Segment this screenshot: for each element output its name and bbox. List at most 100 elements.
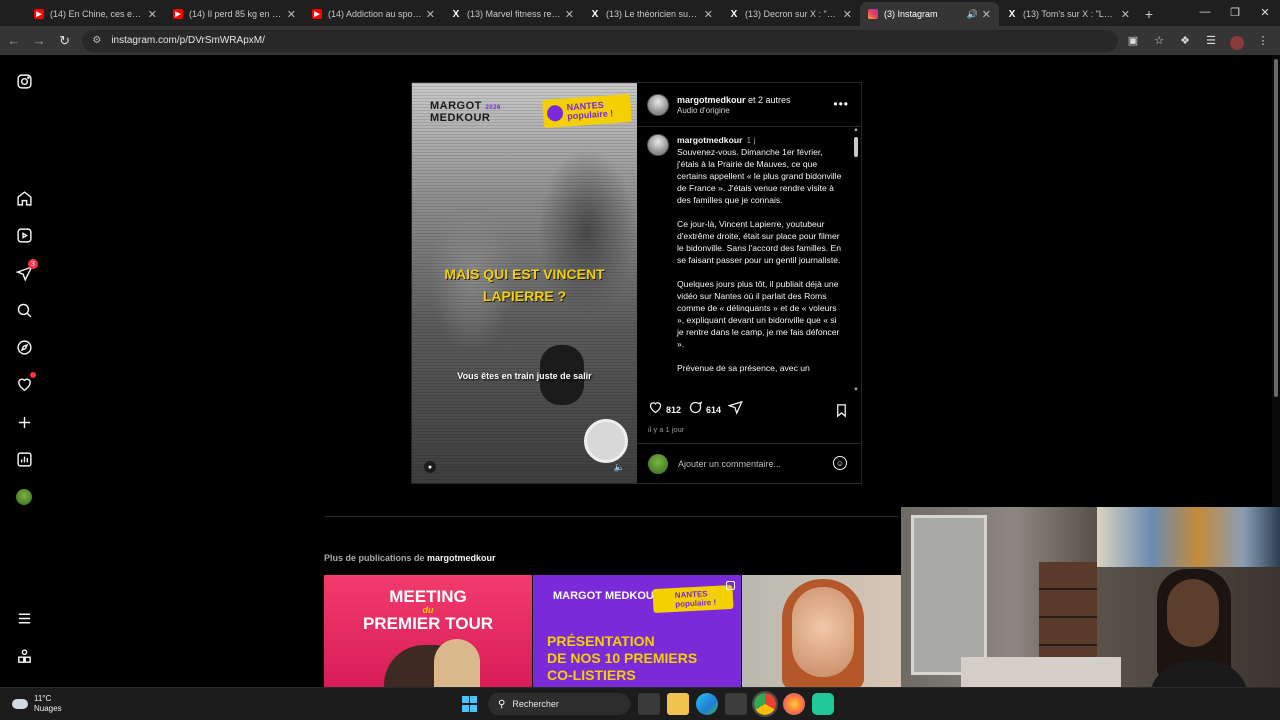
new-tab-button[interactable]: + <box>1138 2 1160 26</box>
explore-icon[interactable] <box>14 337 34 357</box>
close-window-icon[interactable]: ✕ <box>1250 0 1280 24</box>
post-header: margotmedkour et 2 autres Audio d'origin… <box>637 83 861 127</box>
caption-row: margotmedkour 1 j Souvenez-vous. Dimanche… <box>647 134 845 386</box>
post-card: MARGOT 2026 MEDKOUR NANTES populaire ! MA… <box>411 82 862 484</box>
profile-avatar[interactable] <box>1226 30 1248 52</box>
minimize-icon[interactable]: — <box>1190 0 1220 24</box>
caption-area: margotmedkour 1 j Souvenez-vous. Dimanche… <box>637 128 861 390</box>
post-video[interactable]: MARGOT 2026 MEDKOUR NANTES populaire ! MA… <box>412 83 637 483</box>
install-app-icon[interactable]: ▣ <box>1122 30 1144 52</box>
profile-avatar-nav[interactable] <box>14 487 34 507</box>
tab-audio-icon[interactable]: 🔊 <box>967 9 978 20</box>
more-post-tile[interactable] <box>742 575 904 687</box>
share-send-icon[interactable] <box>727 400 743 420</box>
notifications-icon[interactable] <box>14 372 36 394</box>
close-tab-icon[interactable]: ✕ <box>1121 8 1130 21</box>
weather-condition: Nuages <box>34 704 62 713</box>
like-heart-icon[interactable] <box>648 400 663 420</box>
save-bookmark-icon[interactable] <box>834 403 849 423</box>
tab-title: (13) Tom's sur X : "Les pa <box>1023 9 1117 19</box>
tile1-person-shape <box>434 639 480 687</box>
close-tab-icon[interactable]: ✕ <box>148 8 157 21</box>
browser-tab[interactable]: X (13) Marvel fitness re (@M ✕ <box>443 2 582 26</box>
scroll-down-arrow-icon[interactable]: ▼ <box>853 387 859 393</box>
reading-list-icon[interactable]: ☰ <box>1200 30 1222 52</box>
scroll-up-arrow-icon[interactable]: ▲ <box>853 127 859 133</box>
restore-icon[interactable]: ❐ <box>1220 0 1250 24</box>
comment-bubble-icon[interactable] <box>688 400 703 420</box>
campaign-logo: MARGOT 2026 MEDKOUR <box>430 101 501 124</box>
more-posts-username[interactable]: margotmedkour <box>427 553 496 563</box>
extensions-icon[interactable]: ❖ <box>1174 30 1196 52</box>
chrome-icon[interactable] <box>751 691 778 717</box>
browser-tab[interactable]: X (13) Tom's sur X : "Les pa ✕ <box>999 2 1138 26</box>
edge-icon[interactable] <box>695 693 718 715</box>
carousel-icon <box>726 581 735 590</box>
add-comment-input[interactable]: Ajouter un commentaire... <box>678 459 781 469</box>
task-view-icon[interactable] <box>637 693 660 715</box>
back-arrow-icon[interactable]: ← <box>2 29 25 53</box>
store-icon[interactable] <box>724 693 747 715</box>
menu-icon[interactable] <box>14 608 34 628</box>
address-bar[interactable]: ⚙ instagram.com/p/DVrSmWRApxM/ <box>82 29 1118 52</box>
browser-tab[interactable]: X (13) Decron sur X : "@_to ✕ <box>721 2 860 26</box>
tile2-line1: PRÉSENTATION <box>547 633 655 649</box>
url-text: instagram.com/p/DVrSmWRApxM/ <box>111 35 265 46</box>
app-icon[interactable] <box>811 693 834 715</box>
close-tab-icon[interactable]: ✕ <box>426 8 435 21</box>
tile3-face-shape <box>792 587 854 677</box>
youtube-icon: ▶ <box>312 9 322 19</box>
browser-tab[interactable]: (3) Instagram 🔊 ✕ <box>860 2 999 26</box>
caption-paragraph: Prévenue de sa présence, avec un <box>677 363 810 373</box>
firefox-icon[interactable] <box>782 693 805 715</box>
forward-arrow-icon[interactable]: → <box>27 29 50 53</box>
emoji-icon[interactable]: ☺ <box>833 456 847 470</box>
tile2-line2: DE NOS 10 PREMIERS <box>547 650 698 666</box>
page-scroll-thumb[interactable] <box>1274 59 1278 397</box>
tagged-user-icon[interactable]: ● <box>424 461 436 473</box>
weather-widget[interactable]: 11°C Nuages <box>12 694 62 714</box>
author-username[interactable]: margotmedkour <box>677 95 746 105</box>
reload-icon[interactable]: ↻ <box>53 29 76 53</box>
more-post-tile[interactable]: MARGOT MEDKOUR NANTES populaire ! PRÉSEN… <box>533 575 741 687</box>
toolbar-actions: ▣ ☆ ❖ ☰ ⋮ <box>1118 30 1274 52</box>
tab-title: (14) En Chine, ces enfants <box>50 9 144 19</box>
browser-tab[interactable]: ▶ (14) Addiction au sport : d ✕ <box>304 2 443 26</box>
create-icon[interactable] <box>14 412 34 432</box>
caption-scrollbar[interactable]: ▲ ▼ <box>853 127 859 393</box>
close-tab-icon[interactable]: ✕ <box>843 8 852 21</box>
windows-start-icon[interactable] <box>459 693 481 715</box>
more-options-icon[interactable]: ••• <box>833 97 849 111</box>
reels-icon[interactable] <box>14 225 34 245</box>
scroll-thumb[interactable] <box>854 137 858 157</box>
comments-count[interactable]: 614 <box>706 405 721 415</box>
taskbar-search[interactable]: ⚲ Rechercher <box>488 693 630 715</box>
direct-icon[interactable]: 3 <box>14 259 38 283</box>
caption-username[interactable]: margotmedkour <box>677 135 742 145</box>
site-info-icon[interactable]: ⚙ <box>92 35 104 47</box>
caption-avatar[interactable] <box>647 134 669 156</box>
also-from-meta-icon[interactable] <box>14 646 34 666</box>
tab-list: ▶ (14) En Chine, ces enfants ✕ ▶ (14) Il per… <box>26 2 1138 26</box>
browser-menu-icon[interactable]: ⋮ <box>1252 30 1274 52</box>
more-post-tile[interactable]: MEETING du PREMIER TOUR <box>324 575 532 687</box>
audio-link[interactable]: Audio d'origine <box>677 106 791 115</box>
file-explorer-icon[interactable] <box>666 693 689 715</box>
browser-tab[interactable]: X (13) Le théoricien sur X : " ✕ <box>582 2 721 26</box>
webcam-head <box>1167 579 1219 647</box>
dashboard-icon[interactable] <box>14 449 34 469</box>
sound-toggle-icon[interactable]: 🔈 <box>614 462 625 473</box>
search-icon[interactable] <box>14 300 34 320</box>
instagram-logo-icon[interactable] <box>14 71 34 91</box>
browser-tab[interactable]: ▶ (14) Il perd 85 kg en faisa ✕ <box>165 2 304 26</box>
close-tab-icon[interactable]: ✕ <box>287 8 296 21</box>
close-tab-icon[interactable]: ✕ <box>982 8 991 21</box>
author-avatar[interactable] <box>647 93 669 116</box>
close-tab-icon[interactable]: ✕ <box>565 8 574 21</box>
coauthors-link[interactable]: et 2 autres <box>748 95 791 105</box>
likes-count[interactable]: 812 <box>666 405 681 415</box>
close-tab-icon[interactable]: ✕ <box>704 8 713 21</box>
browser-tab[interactable]: ▶ (14) En Chine, ces enfants ✕ <box>26 2 165 26</box>
home-icon[interactable] <box>14 188 34 208</box>
bookmark-star-icon[interactable]: ☆ <box>1148 30 1170 52</box>
